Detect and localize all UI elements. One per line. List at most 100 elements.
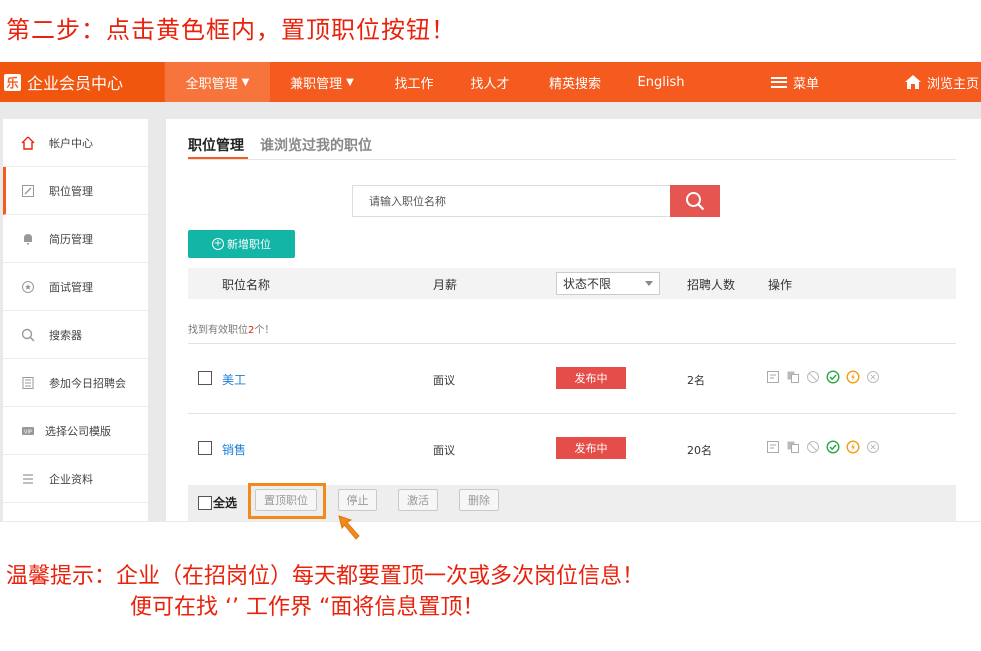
copy-icon[interactable] bbox=[786, 440, 800, 454]
preview-icon[interactable] bbox=[766, 370, 780, 384]
tab-viewers[interactable]: 谁浏览过我的职位 bbox=[260, 135, 372, 155]
building-icon bbox=[21, 376, 35, 390]
row-actions bbox=[766, 440, 880, 454]
sidebar-item-job-management[interactable]: 职位管理 bbox=[3, 167, 148, 215]
sidebar-item-resume[interactable]: 简历管理 bbox=[3, 215, 148, 263]
search-button[interactable] bbox=[670, 185, 720, 217]
sidebar-item-template[interactable]: VIP 选择公司模版 bbox=[3, 407, 148, 455]
add-job-button[interactable]: + 新增职位 bbox=[188, 230, 295, 258]
delete-button[interactable]: 删除 bbox=[459, 489, 499, 511]
results-count: 找到有效职位2个！ bbox=[188, 321, 274, 336]
job-salary: 面议 bbox=[433, 374, 455, 387]
tab-job-management[interactable]: 职位管理 bbox=[188, 135, 244, 155]
job-salary: 面议 bbox=[433, 444, 455, 457]
list-icon bbox=[21, 472, 35, 486]
select-all-checkbox[interactable] bbox=[198, 496, 212, 510]
logo-mark-icon: 乐 bbox=[4, 73, 21, 91]
row-actions bbox=[766, 370, 880, 384]
status-badge: 发布中 bbox=[556, 367, 626, 389]
close-circle-icon[interactable] bbox=[866, 440, 880, 454]
nav-elite-search[interactable]: 精英搜索 bbox=[540, 62, 610, 102]
sidebar-item-label: 搜索器 bbox=[49, 328, 82, 342]
nav-english[interactable]: English bbox=[630, 62, 692, 102]
sidebar-item-label: 职位管理 bbox=[49, 184, 93, 198]
edit-icon bbox=[21, 184, 35, 198]
search-icon bbox=[686, 192, 705, 211]
sidebar-item-label: 简历管理 bbox=[49, 232, 93, 246]
row-checkbox[interactable] bbox=[198, 441, 212, 455]
nav-home-label: 浏览主页 bbox=[926, 76, 979, 92]
home-icon bbox=[21, 136, 35, 150]
pause-icon[interactable] bbox=[806, 370, 820, 384]
main-panel: 职位管理 谁浏览过我的职位 请输入职位名称 + 新增职位 职位名称 月薪 状态不… bbox=[166, 119, 981, 521]
house-icon bbox=[904, 75, 921, 89]
results-prefix: 找到有效职位 bbox=[188, 325, 248, 336]
nav-home[interactable]: 浏览主页 bbox=[902, 62, 981, 102]
add-job-label: 新增职位 bbox=[227, 238, 271, 251]
header-salary: 月薪 bbox=[433, 278, 458, 292]
nav-fulltime-label: 全职管理 bbox=[185, 76, 238, 92]
sidebar-item-label: 企业资料 bbox=[49, 472, 93, 486]
header-job-name: 职位名称 bbox=[222, 278, 271, 292]
sidebar-item-job-fair[interactable]: 参加今日招聘会 bbox=[3, 359, 148, 407]
step-instruction: 第二步：点击黄色框内，置顶职位按钮！ bbox=[6, 16, 456, 44]
job-name-link[interactable]: 美工 bbox=[222, 371, 246, 388]
vip-icon: VIP bbox=[21, 424, 35, 438]
nav-parttime-label: 兼职管理 bbox=[290, 76, 343, 92]
sidebar-item-account[interactable]: 帐户中心 bbox=[3, 119, 148, 167]
tab-divider bbox=[188, 159, 956, 160]
sidebar: 帐户中心 职位管理 简历管理 面试管理 搜索器 参加今日招聘会 VIP 选择公司… bbox=[3, 119, 148, 521]
sidebar-item-interview[interactable]: 面试管理 bbox=[3, 263, 148, 311]
lightning-icon[interactable] bbox=[846, 440, 860, 454]
chevron-down-icon: ▼ bbox=[241, 76, 250, 88]
sidebar-item-label: 参加今日招聘会 bbox=[49, 376, 126, 390]
bell-icon bbox=[21, 232, 35, 246]
activate-button[interactable]: 激活 bbox=[398, 489, 438, 511]
nav-parttime[interactable]: 兼职管理 ▼ bbox=[280, 62, 364, 102]
stop-button[interactable]: 停止 bbox=[338, 489, 377, 511]
site-logo[interactable]: 乐 企业会员中心 bbox=[0, 62, 164, 102]
results-suffix: 个！ bbox=[254, 325, 275, 336]
select-all-label[interactable]: 全选 bbox=[213, 494, 237, 511]
search-icon bbox=[21, 328, 35, 342]
job-headcount: 20名 bbox=[687, 444, 712, 457]
sidebar-item-company-info[interactable]: 企业资料 bbox=[3, 455, 148, 503]
header-headcount: 招聘人数 bbox=[687, 278, 736, 292]
search-input[interactable]: 请输入职位名称 bbox=[352, 185, 672, 217]
row-checkbox[interactable] bbox=[198, 371, 212, 385]
pointer-arrow-icon bbox=[338, 515, 360, 540]
pause-icon[interactable] bbox=[806, 440, 820, 454]
table-row: 美工 面议 发布中 2名 bbox=[188, 347, 956, 407]
sidebar-item-searcher[interactable]: 搜索器 bbox=[3, 311, 148, 359]
table-header: 职位名称 月薪 状态不限 招聘人数 操作 bbox=[188, 268, 956, 299]
close-circle-icon[interactable] bbox=[866, 370, 880, 384]
check-circle-icon[interactable] bbox=[826, 370, 840, 384]
dropdown-arrow-icon bbox=[645, 281, 653, 286]
row-divider bbox=[188, 413, 956, 414]
job-name-link[interactable]: 销售 bbox=[222, 441, 246, 458]
nav-find-talent[interactable]: 找人才 bbox=[462, 62, 518, 102]
header-operations: 操作 bbox=[768, 278, 793, 292]
copy-icon[interactable] bbox=[786, 370, 800, 384]
sidebar-item-label: 面试管理 bbox=[49, 280, 93, 294]
status-filter-select[interactable]: 状态不限 bbox=[556, 272, 660, 295]
logo-text: 企业会员中心 bbox=[27, 74, 124, 93]
job-headcount: 2名 bbox=[687, 374, 705, 387]
check-circle-icon[interactable] bbox=[826, 440, 840, 454]
sidebar-item-label: 选择公司模版 bbox=[45, 424, 111, 438]
lightning-icon[interactable] bbox=[846, 370, 860, 384]
preview-icon[interactable] bbox=[766, 440, 780, 454]
menu-icon bbox=[770, 76, 787, 88]
tip-line-2: 便可在找 ‘’ 工作界 “面将信息置顶！ bbox=[130, 595, 485, 620]
nav-menu[interactable]: 菜单 bbox=[765, 62, 825, 102]
nav-menu-label: 菜单 bbox=[792, 76, 819, 92]
sidebar-item-label: 帐户中心 bbox=[49, 136, 93, 150]
nav-find-job[interactable]: 找工作 bbox=[384, 62, 444, 102]
status-filter-value: 状态不限 bbox=[563, 277, 612, 291]
tip-line-1: 温馨提示：企业（在招岗位）每天都要置顶一次或多次岗位信息！ bbox=[6, 564, 645, 589]
chevron-down-icon: ▼ bbox=[346, 76, 354, 88]
status-badge: 发布中 bbox=[556, 437, 626, 459]
table-row: 销售 面议 发布中 20名 bbox=[188, 417, 956, 477]
nav-fulltime[interactable]: 全职管理 ▼ bbox=[165, 62, 270, 102]
svg-text:VIP: VIP bbox=[24, 429, 32, 435]
